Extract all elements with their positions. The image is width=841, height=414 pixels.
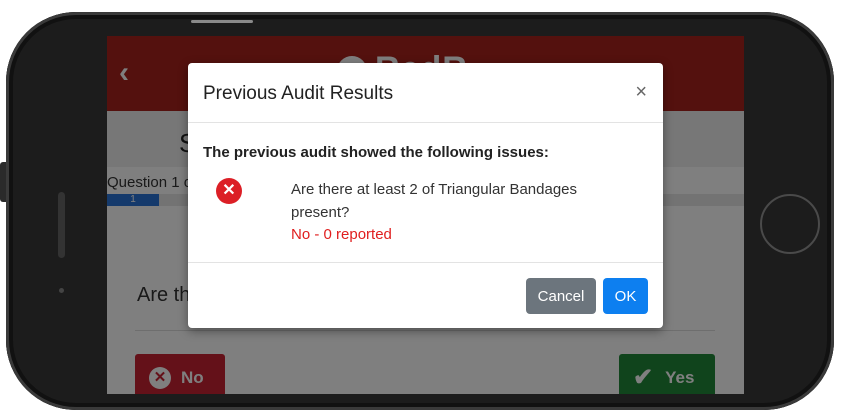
modal-header: Previous Audit Results × <box>188 63 663 123</box>
modal-footer: Cancel OK <box>188 262 663 328</box>
issue-status: No - 0 reported <box>291 226 392 243</box>
phone-sensor-line <box>191 20 253 23</box>
close-icon[interactable]: × <box>635 81 647 104</box>
previous-audit-modal: Previous Audit Results × The previous au… <box>188 63 663 328</box>
phone-camera-dot <box>59 288 64 293</box>
ok-button[interactable]: OK <box>603 278 648 314</box>
cancel-button[interactable]: Cancel <box>526 278 596 314</box>
modal-intro: The previous audit showed the following … <box>203 144 549 161</box>
phone-speaker <box>58 192 65 258</box>
error-icon: ✕ <box>216 178 242 204</box>
issue-question: Are there at least 2 of Triangular Banda… <box>291 181 578 221</box>
phone-side-button <box>0 162 6 202</box>
modal-body: The previous audit showed the following … <box>188 123 663 263</box>
phone-home-button <box>760 194 820 254</box>
modal-title: Previous Audit Results <box>203 83 394 104</box>
